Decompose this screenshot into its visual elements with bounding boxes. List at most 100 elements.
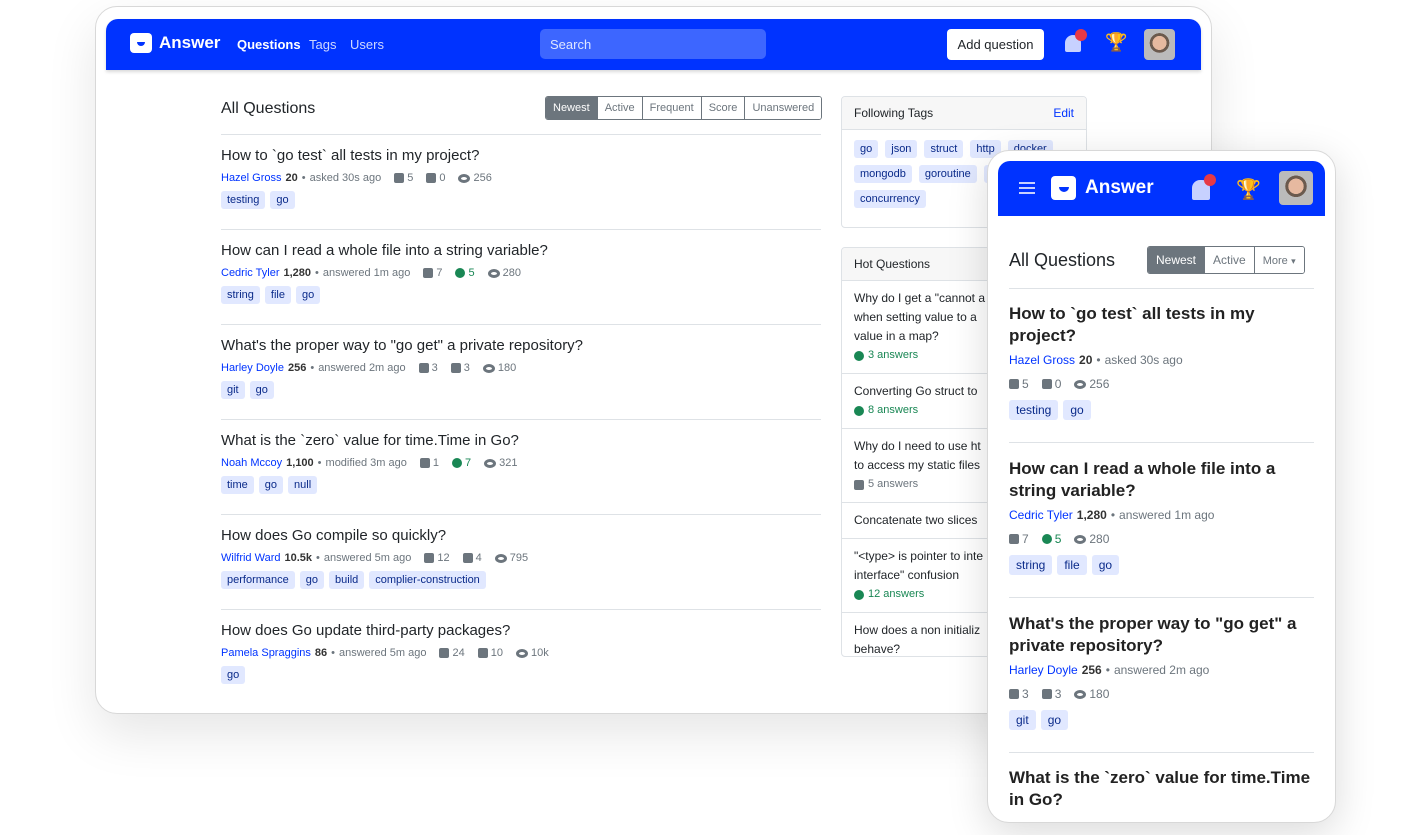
tag[interactable]: goroutine [918,165,977,183]
question-title[interactable]: What's the proper way to "go get" a priv… [221,337,821,354]
nav-tags[interactable]: Tags [309,37,336,52]
divider [221,419,821,420]
sort-score[interactable]: Score [700,97,745,119]
tag[interactable]: concurrency [854,190,926,208]
tag[interactable]: performance [221,571,295,589]
answers-stat: 5 [455,267,475,279]
user-link[interactable]: Cedric Tyler [1009,508,1073,522]
tag[interactable]: complier-construction [369,571,486,589]
sort-newest[interactable]: Newest [546,97,597,119]
tag[interactable]: testing [221,191,266,209]
user-link[interactable]: Harley Doyle [221,362,284,374]
view-count: 321 [499,457,518,469]
tag[interactable]: git [1009,710,1036,730]
tag[interactable]: go [1091,555,1120,575]
thumbs-up-icon [424,553,435,563]
tag[interactable]: go [1040,710,1069,730]
tag[interactable]: go [249,381,274,399]
separator: • [310,362,315,374]
tag[interactable]: go [270,191,295,209]
tag[interactable]: git [221,381,245,399]
view-count: 280 [1089,532,1110,546]
reputation: 256 [1081,663,1102,677]
user-link[interactable]: Pamela Spraggins [221,647,311,659]
eye-icon [458,173,471,183]
search-input[interactable] [540,29,766,59]
tag[interactable]: struct [924,140,964,158]
tag[interactable]: string [221,286,260,304]
tag[interactable]: build [329,571,365,589]
reputation: 20 [1079,353,1093,367]
answers-label: 5 answers [868,478,919,490]
bell-icon[interactable] [1065,29,1087,52]
votes-stat: 5 [394,172,413,184]
eye-icon [1074,689,1087,699]
question-title[interactable]: How to `go test` all tests in my project… [1009,303,1314,347]
tag[interactable]: go [854,140,879,158]
question-title[interactable]: How can I read a whole file into a strin… [1009,458,1314,502]
sort-unanswered[interactable]: Unanswered [744,97,822,119]
check-circle-icon [1041,534,1052,544]
views-stat: 256 [1074,377,1109,391]
bell-icon[interactable] [1192,174,1216,200]
tag[interactable]: time [221,476,254,494]
activity: modified 3m ago [325,457,407,469]
user-link[interactable]: Hazel Gross [1009,353,1075,367]
question-item: How can I read a whole file into a strin… [221,242,821,304]
sort-frequent[interactable]: Frequent [641,97,701,119]
tag[interactable]: file [1057,555,1087,575]
menu-icon[interactable] [1019,182,1035,194]
avatar[interactable] [1279,171,1313,205]
sort-more[interactable]: More ▾ [1253,247,1304,273]
tag[interactable]: string [1009,555,1053,575]
nav-users[interactable]: Users [350,37,384,52]
separator: • [331,647,335,659]
sort-newest[interactable]: Newest [1148,247,1205,273]
divider [221,324,821,325]
avatar[interactable] [1144,29,1175,60]
user-link[interactable]: Noah Mccoy [221,457,282,469]
trophy-icon[interactable]: 🏆 [1105,32,1127,53]
sort-active[interactable]: Active [596,97,642,119]
user-link[interactable]: Wilfrid Ward [221,552,280,564]
question-item: What's the proper way to "go get" a priv… [221,337,821,399]
tag[interactable]: file [264,286,291,304]
question-title[interactable]: How does Go compile so quickly? [221,527,821,544]
question-title[interactable]: How to `go test` all tests in my project… [221,147,821,164]
question-title[interactable]: What is the `zero` value for time.Time i… [221,432,821,449]
brand-logo[interactable]: Answer [130,33,220,53]
question-stats: 5 0 256 [1009,377,1314,391]
user-link[interactable]: Harley Doyle [1009,663,1078,677]
divider [221,229,821,230]
brand-logo[interactable]: Answer [1051,176,1154,200]
edit-link[interactable]: Edit [1053,106,1074,120]
reputation: 86 [314,647,328,659]
add-question-button[interactable]: Add question [947,29,1044,60]
tag[interactable]: mongodb [854,165,912,183]
eye-icon [487,268,500,278]
trophy-icon[interactable]: 🏆 [1236,177,1261,202]
question-title[interactable]: How does Go update third-party packages? [221,622,821,639]
question-title[interactable]: How can I read a whole file into a strin… [221,242,821,259]
tag[interactable]: go [299,571,325,589]
divider [221,134,821,135]
tag[interactable]: go [221,666,246,684]
user-link[interactable]: Cedric Tyler [221,267,279,279]
sort-active[interactable]: Active [1204,247,1254,273]
question-title[interactable]: What is the `zero` value for time.Time i… [1009,767,1314,811]
question-item: How can I read a whole file into a strin… [1009,458,1314,575]
question-title[interactable]: What's the proper way to "go get" a priv… [1009,613,1314,657]
tag[interactable]: go [258,476,284,494]
thumbs-up-icon [423,268,434,278]
tag[interactable]: json [885,140,918,158]
tag[interactable]: null [288,476,318,494]
tag[interactable]: go [1063,400,1091,420]
nav-questions[interactable]: Questions [237,37,301,52]
tag[interactable]: testing [1009,400,1059,420]
thumbs-up-icon [1009,689,1019,699]
user-link[interactable]: Hazel Gross [221,172,282,184]
comment-icon [477,648,488,658]
tag[interactable]: go [295,286,321,304]
tag-list: testing go [221,191,821,209]
votes-stat: 7 [1009,532,1029,546]
